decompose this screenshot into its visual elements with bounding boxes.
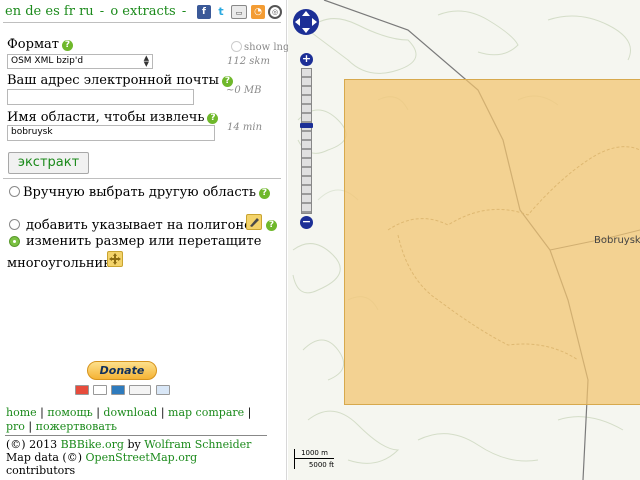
settings-icon[interactable]: ◎ <box>268 5 282 19</box>
amex-icon <box>111 385 125 395</box>
resize-option-continued: многоугольник <box>7 256 112 271</box>
extracts-link[interactable]: o extracts <box>110 4 175 19</box>
format-select[interactable]: OSM XML bzip'd ▲ ▼ <box>7 54 153 69</box>
scale-imperial: 5000 ft <box>294 459 348 469</box>
sidebar: en de es fr ru - o extracts - f t ▭ ◔ ◎ … <box>0 0 290 480</box>
email-label: Ваш адрес электронной почты? <box>7 73 233 88</box>
city-label: Bobruysk <box>594 235 640 246</box>
move-icon[interactable] <box>107 251 123 267</box>
share-icon[interactable]: ▭ <box>231 5 247 19</box>
zoom-slider[interactable] <box>300 68 313 214</box>
map-compare-link[interactable]: map compare <box>168 406 244 419</box>
pan-control[interactable] <box>293 9 319 35</box>
resize-option: изменить размер или перетащите <box>26 234 262 249</box>
time-hint: 14 min <box>227 122 263 133</box>
format-label: Формат? <box>7 37 73 52</box>
zoom-out-button[interactable]: − <box>300 216 313 229</box>
help-icon[interactable]: ? <box>62 40 73 51</box>
lang-ru-link[interactable]: ru <box>79 4 94 19</box>
size-hint: 112 skm <box>227 56 270 67</box>
separator: - <box>99 4 105 19</box>
lang-en-link[interactable]: en <box>5 4 21 19</box>
pencil-icon[interactable] <box>246 214 262 230</box>
scale-bar: 1000 m 5000 ft <box>294 449 348 471</box>
separator: - <box>181 4 187 19</box>
mastercard-icon <box>75 385 89 395</box>
echeck-icon <box>156 385 170 395</box>
area-name-label: Имя области, чтобы извлечь? <box>7 110 219 125</box>
lang-fr-link[interactable]: fr <box>64 4 75 19</box>
author-link[interactable]: Wolfram Schneider <box>144 438 251 451</box>
osm-link[interactable]: OpenStreetMap.org <box>86 451 198 464</box>
help-icon[interactable]: ? <box>207 113 219 124</box>
help-icon[interactable]: ? <box>258 188 270 199</box>
lang-de-link[interactable]: de <box>25 4 41 19</box>
nav-links: home | помощь | download | map compare |… <box>6 406 252 433</box>
form-divider <box>3 178 281 179</box>
pro-link[interactable]: pro <box>6 420 25 433</box>
language-bar: en de es fr ru - o extracts - <box>5 4 188 19</box>
add-points-option: добавить указывает на полигоне <box>26 218 252 233</box>
discover-icon <box>129 385 151 395</box>
footer: (©) 2013 BBBike.org by Wolfram Schneider… <box>6 438 252 477</box>
select-arrows-icon: ▲ ▼ <box>143 54 149 68</box>
bbbike-link[interactable]: BBBike.org <box>61 438 124 451</box>
donate-button[interactable]: Donate <box>87 361 157 380</box>
visa-icon <box>93 385 107 395</box>
zoom-in-button[interactable]: + <box>300 53 313 66</box>
manual-area-option: Вручную выбрать другую область? <box>23 185 270 200</box>
email-field[interactable] <box>7 89 194 105</box>
lang-es-link[interactable]: es <box>45 4 59 19</box>
help-icon[interactable]: ? <box>266 220 277 231</box>
home-link[interactable]: home <box>6 406 37 419</box>
twitter-icon[interactable]: t <box>214 5 228 19</box>
manual-area-radio[interactable] <box>9 186 20 197</box>
facebook-icon[interactable]: f <box>197 5 211 19</box>
header-divider <box>3 22 281 23</box>
zoom-slider-handle[interactable] <box>300 123 313 128</box>
help-link[interactable]: помощь <box>47 406 92 419</box>
map-view[interactable]: Bobruysk + − 1000 m 5000 ft <box>288 0 640 480</box>
download-link[interactable]: download <box>103 406 157 419</box>
add-points-radio[interactable] <box>9 219 20 230</box>
show-lng-radio[interactable] <box>231 41 242 52</box>
donate-link[interactable]: пожертвовать <box>36 420 117 433</box>
extract-button[interactable]: экстракт <box>8 152 89 174</box>
resize-radio[interactable] <box>9 236 20 247</box>
footer-divider <box>5 435 267 436</box>
scale-metric: 1000 m <box>294 449 334 459</box>
file-size-hint: ~0 MB <box>226 85 262 96</box>
zoom-control: + − <box>300 53 313 229</box>
rss-icon[interactable]: ◔ <box>251 5 265 19</box>
area-name-input[interactable]: bobruysk <box>7 125 215 141</box>
show-lng-label: show lng <box>244 42 290 53</box>
